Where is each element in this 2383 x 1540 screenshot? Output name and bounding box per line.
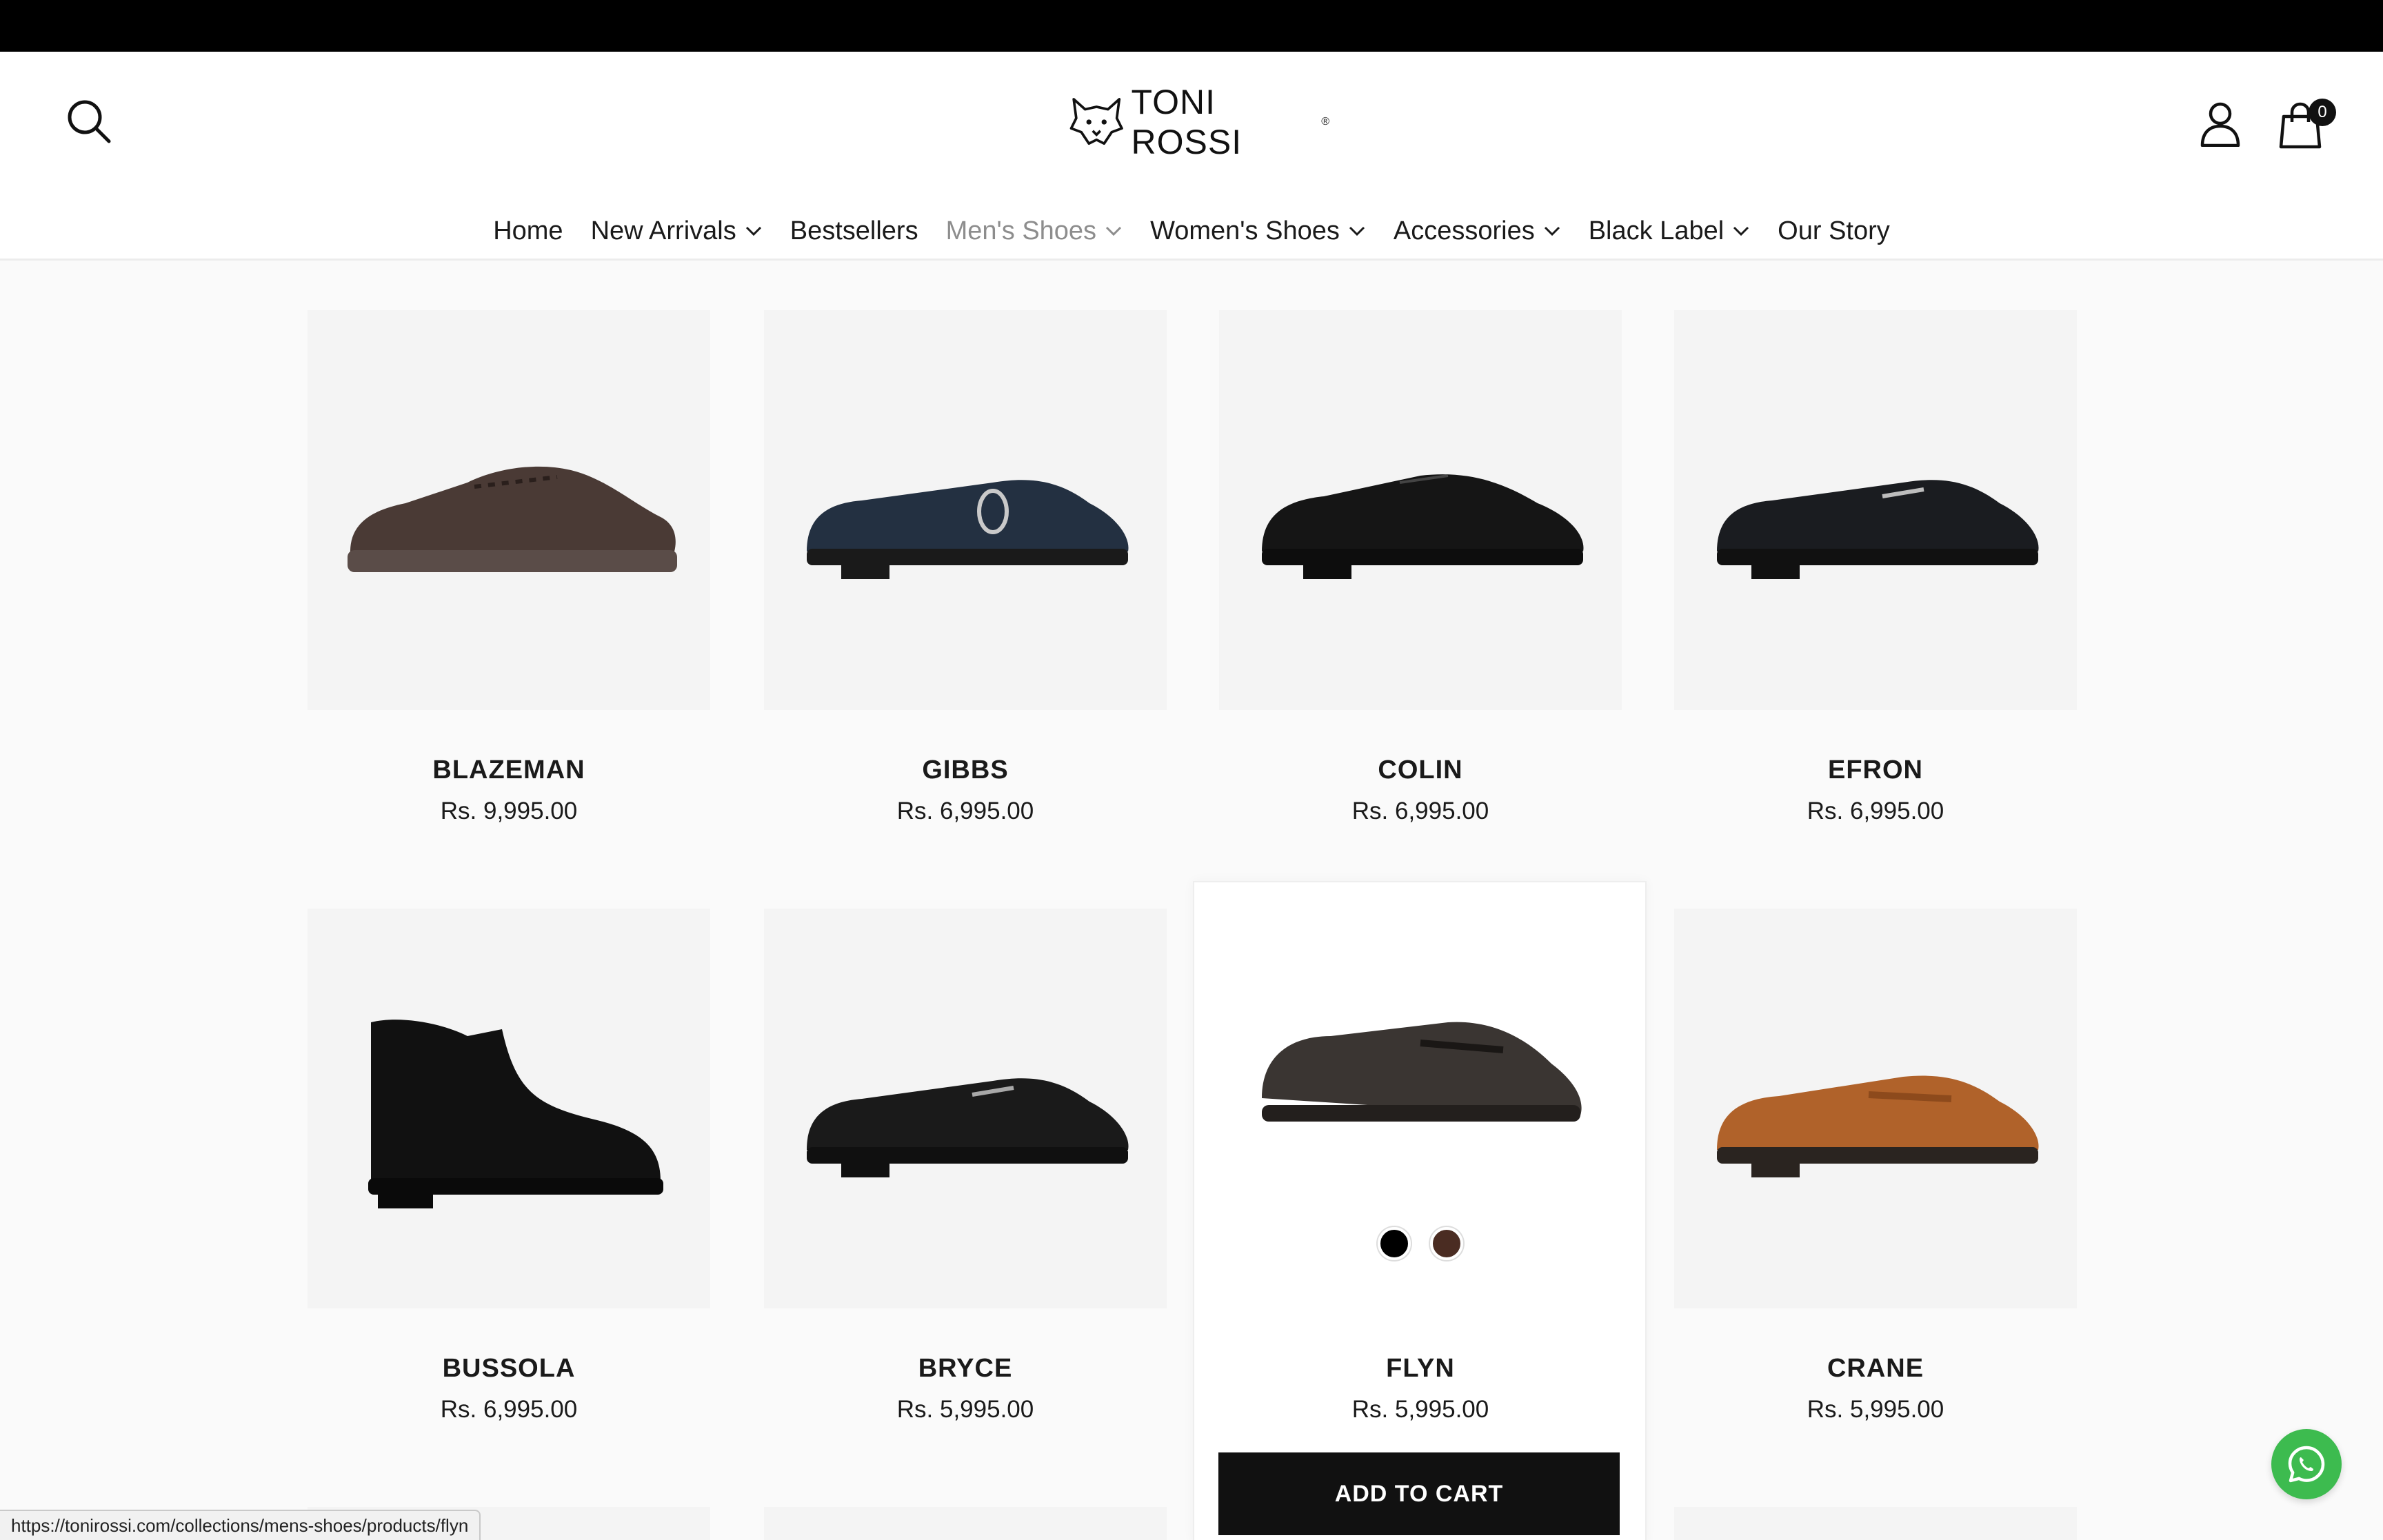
user-icon bbox=[2200, 102, 2240, 147]
nav-item-black-label[interactable]: Black Label bbox=[1589, 216, 1750, 246]
shoe-sole bbox=[348, 550, 677, 572]
product-name[interactable]: FLYN bbox=[1219, 1354, 1622, 1384]
wolf-logo-icon bbox=[1069, 98, 1123, 145]
site-header: TONI ROSSI ® 0 Home New Arrivals Bestsell… bbox=[0, 52, 2383, 261]
loafer-image-icon bbox=[807, 1078, 1129, 1177]
brand-logo[interactable]: TONI ROSSI ® bbox=[1067, 83, 1329, 161]
product-card[interactable]: GIBBS Rs. 6,995.00 bbox=[764, 310, 1167, 825]
product-name[interactable]: BUSSOLA bbox=[308, 1354, 710, 1384]
product-image[interactable] bbox=[308, 909, 710, 1308]
chevron-down-icon bbox=[1544, 226, 1560, 236]
product-price: Rs. 5,995.00 bbox=[896, 1396, 1034, 1423]
nav-item-label: Women's Shoes bbox=[1150, 216, 1340, 245]
loafer-image-icon bbox=[1717, 480, 2039, 579]
derby-shoe-image-icon bbox=[1262, 474, 1584, 579]
search-button[interactable] bbox=[58, 90, 120, 152]
product-card[interactable]: BUSSOLA Rs. 6,995.00 bbox=[308, 909, 710, 1424]
product-name[interactable]: COLIN bbox=[1219, 756, 1622, 785]
product-price: Rs. 6,995.00 bbox=[1351, 798, 1489, 824]
nav-item-label: Home bbox=[493, 216, 563, 245]
product-card[interactable]: EFRON Rs. 6,995.00 bbox=[1674, 310, 2077, 825]
swatch-brown[interactable] bbox=[1430, 1227, 1463, 1260]
product-name[interactable]: CRANE bbox=[1674, 1354, 2077, 1384]
cart-button[interactable]: 0 bbox=[2275, 94, 2336, 154]
product-price: Rs. 6,995.00 bbox=[440, 1396, 578, 1423]
whatsapp-icon bbox=[2288, 1446, 2325, 1483]
chevron-down-icon bbox=[745, 226, 761, 236]
product-card[interactable]: BLAZEMAN Rs. 9,995.00 bbox=[308, 310, 710, 825]
swatch-black[interactable] bbox=[1378, 1227, 1411, 1260]
loafer-image-icon bbox=[807, 480, 1129, 579]
product-image[interactable] bbox=[1219, 909, 1622, 1308]
chelsea-boot-image-icon bbox=[368, 1020, 663, 1208]
nav-item-label: Men's Shoes bbox=[945, 216, 1097, 245]
product-price: Rs. 6,995.00 bbox=[896, 798, 1034, 824]
sneaker-image-icon bbox=[348, 466, 677, 572]
product-image[interactable] bbox=[764, 909, 1167, 1308]
product-name[interactable]: GIBBS bbox=[764, 756, 1167, 785]
nav-item-womens-shoes[interactable]: Women's Shoes bbox=[1150, 216, 1366, 246]
product-card[interactable]: COLIN Rs. 6,995.00 bbox=[1219, 310, 1622, 825]
product-name[interactable]: BRYCE bbox=[764, 1354, 1167, 1384]
chevron-down-icon bbox=[1733, 226, 1749, 236]
nav-item-label: New Arrivals bbox=[590, 216, 736, 245]
nav-item-label: Black Label bbox=[1588, 216, 1725, 245]
product-image[interactable] bbox=[764, 310, 1167, 710]
product-price: Rs. 6,995.00 bbox=[1807, 798, 1944, 824]
product-image-partial[interactable] bbox=[1674, 1507, 2077, 1540]
product-card[interactable]: BRYCE Rs. 5,995.00 bbox=[764, 909, 1167, 1424]
nav-item-accessories[interactable]: Accessories bbox=[1394, 216, 1561, 246]
nav-item-new-arrivals[interactable]: New Arrivals bbox=[591, 216, 763, 246]
color-swatches bbox=[1219, 1227, 1622, 1260]
whatsapp-chat-button[interactable] bbox=[2271, 1429, 2342, 1499]
penny-loafer-image-icon bbox=[1262, 1022, 1582, 1122]
product-image[interactable] bbox=[1674, 310, 2077, 710]
product-card[interactable]: CRANE Rs. 5,995.00 bbox=[1674, 909, 2077, 1424]
product-image[interactable] bbox=[1219, 310, 1622, 710]
product-name[interactable]: EFRON bbox=[1674, 756, 2077, 785]
product-image[interactable] bbox=[1674, 909, 2077, 1308]
brand-reg-mark: ® bbox=[1321, 116, 1329, 128]
add-to-cart-button[interactable]: ADD TO CART bbox=[1218, 1452, 1620, 1535]
product-name[interactable]: BLAZEMAN bbox=[308, 756, 710, 785]
browser-status-url: https://tonirossi.com/collections/mens-s… bbox=[0, 1510, 481, 1540]
product-price: Rs. 5,995.00 bbox=[1351, 1396, 1489, 1423]
nav-item-mens-shoes[interactable]: Men's Shoes bbox=[946, 216, 1123, 246]
nav-item-label: Accessories bbox=[1393, 216, 1535, 245]
product-card[interactable]: FLYN Rs. 5,995.00 bbox=[1219, 909, 1622, 1424]
account-button[interactable] bbox=[2193, 94, 2248, 154]
product-price: Rs. 5,995.00 bbox=[1807, 1396, 1944, 1423]
shoe-upper bbox=[350, 466, 676, 551]
cart-count-badge: 0 bbox=[2309, 99, 2336, 126]
chevron-down-icon bbox=[1106, 226, 1122, 236]
nav-item-home[interactable]: Home bbox=[493, 216, 563, 246]
penny-loafer-image-icon bbox=[1717, 1075, 2039, 1177]
product-image-partial[interactable] bbox=[764, 1507, 1167, 1540]
search-icon bbox=[68, 100, 111, 143]
product-image[interactable] bbox=[308, 310, 710, 710]
brand-name: TONI ROSSI bbox=[1131, 83, 1243, 161]
chevron-down-icon bbox=[1349, 226, 1365, 236]
nav-item-bestsellers[interactable]: Bestsellers bbox=[790, 216, 918, 246]
nav-item-label: Our Story bbox=[1778, 216, 1890, 245]
product-price: Rs. 9,995.00 bbox=[440, 798, 578, 824]
nav-item-our-story[interactable]: Our Story bbox=[1778, 216, 1890, 246]
nav-item-label: Bestsellers bbox=[790, 216, 918, 245]
announcement-bar bbox=[0, 0, 2383, 52]
main-nav: Home New Arrivals Bestsellers Men's Shoe… bbox=[0, 193, 2383, 269]
